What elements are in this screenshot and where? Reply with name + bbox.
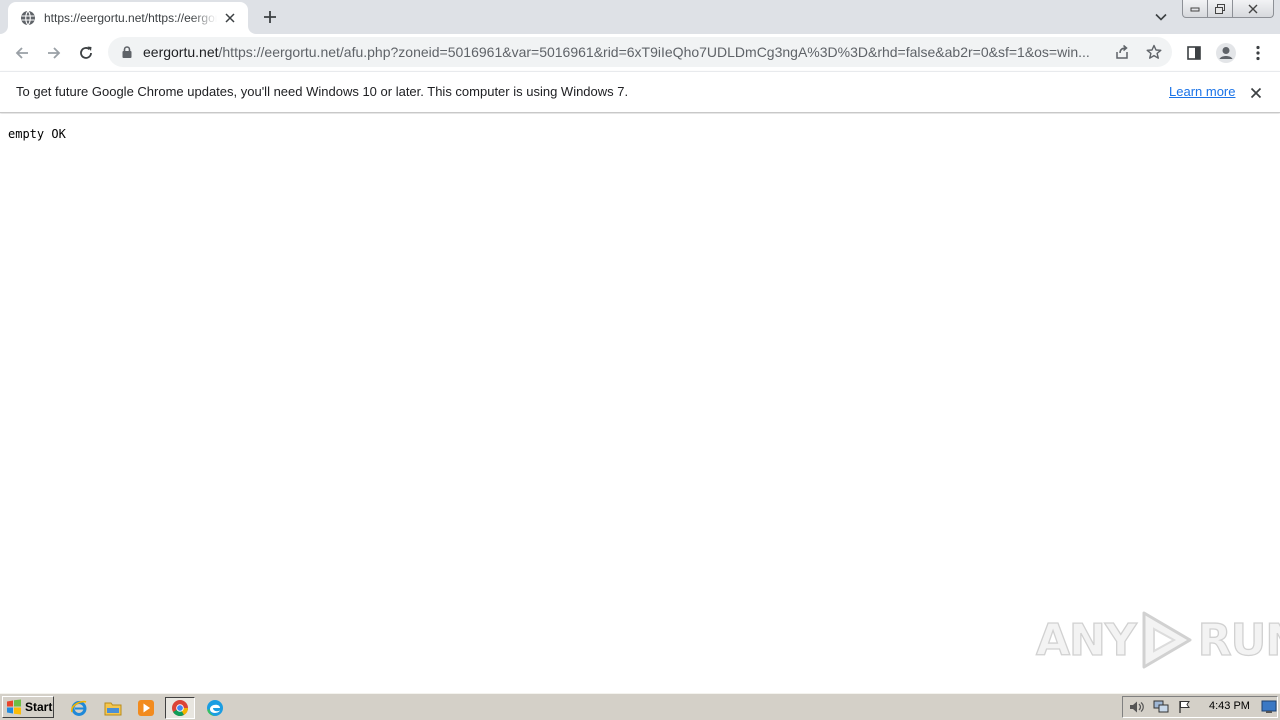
show-desktop-icon[interactable] (1261, 699, 1277, 715)
tab-strip: https://eergortu.net/https://eergortu.ne… (0, 0, 1280, 34)
start-label: Start (25, 700, 53, 714)
taskbar-edge[interactable] (204, 697, 226, 719)
new-tab-button[interactable] (258, 5, 282, 29)
profile-avatar-icon (1216, 43, 1236, 63)
taskbar-media-player[interactable] (135, 697, 157, 719)
window-close-button[interactable] (1233, 0, 1274, 18)
menu-button[interactable] (1244, 39, 1272, 67)
tab-search-chevron-icon[interactable] (1150, 6, 1172, 28)
url-text[interactable]: eergortu.net/https://eergortu.net/afu.ph… (143, 44, 1108, 60)
back-button[interactable] (8, 39, 36, 67)
tab-active[interactable]: https://eergortu.net/https://eergortu.ne… (8, 2, 248, 34)
globe-icon (20, 10, 36, 26)
chrome-icon (172, 700, 188, 716)
browser-toolbar: eergortu.net/https://eergortu.net/afu.ph… (0, 34, 1280, 71)
infobar-close-icon[interactable] (1247, 84, 1265, 102)
media-player-icon (138, 700, 154, 716)
minimize-button[interactable] (1182, 0, 1208, 18)
tab-close-icon[interactable] (223, 10, 239, 26)
network-icon[interactable] (1151, 698, 1171, 716)
share-icon[interactable] (1113, 43, 1131, 61)
profile-button[interactable] (1212, 39, 1240, 67)
url-host: eergortu.net (143, 44, 219, 60)
forward-arrow-icon (48, 47, 61, 59)
forward-button[interactable] (40, 39, 68, 67)
lock-icon[interactable] (120, 45, 134, 59)
restore-button[interactable] (1208, 0, 1233, 18)
side-panel-button[interactable] (1180, 39, 1208, 67)
watermark-play-icon (1142, 611, 1192, 669)
watermark-text-left: ANY (1035, 614, 1137, 666)
taskbar-ie[interactable] (68, 697, 90, 719)
edge-icon (207, 700, 223, 716)
internet-explorer-icon (71, 700, 87, 716)
page-content: empty OK ANY RUN (0, 114, 1280, 692)
tab-title: https://eergortu.net/https://eergortu.ne… (44, 11, 217, 25)
volume-icon[interactable] (1127, 698, 1147, 716)
watermark-text-right: RUN (1197, 614, 1280, 666)
address-bar[interactable]: eergortu.net/https://eergortu.net/afu.ph… (108, 37, 1172, 67)
windows-taskbar: Start 4:43 PM (0, 692, 1280, 720)
url-path: /https://eergortu.net/afu.php?zoneid=501… (218, 44, 1090, 60)
side-panel-icon (1187, 46, 1201, 60)
system-tray: 4:43 PM (1122, 696, 1278, 718)
kebab-menu-icon (1256, 45, 1260, 61)
bookmark-star-icon[interactable] (1145, 43, 1163, 61)
taskbar-explorer[interactable] (102, 697, 124, 719)
taskbar-chrome[interactable] (165, 697, 195, 719)
learn-more-link[interactable]: Learn more (1169, 84, 1235, 99)
page-body-text: empty OK (8, 127, 66, 141)
taskbar-clock[interactable]: 4:43 PM (1209, 700, 1250, 712)
infobar-message: To get future Google Chrome updates, you… (16, 84, 629, 99)
reload-icon (80, 46, 92, 59)
folder-icon (104, 702, 122, 716)
window-controls (1182, 0, 1274, 18)
reload-button[interactable] (72, 39, 100, 67)
windows-logo-icon (6, 699, 22, 715)
update-infobar: To get future Google Chrome updates, you… (0, 71, 1280, 113)
anyrun-watermark: ANY RUN (1035, 608, 1280, 672)
back-arrow-icon (15, 47, 28, 59)
start-button[interactable]: Start (2, 696, 54, 718)
action-center-flag-icon[interactable] (1175, 698, 1195, 716)
